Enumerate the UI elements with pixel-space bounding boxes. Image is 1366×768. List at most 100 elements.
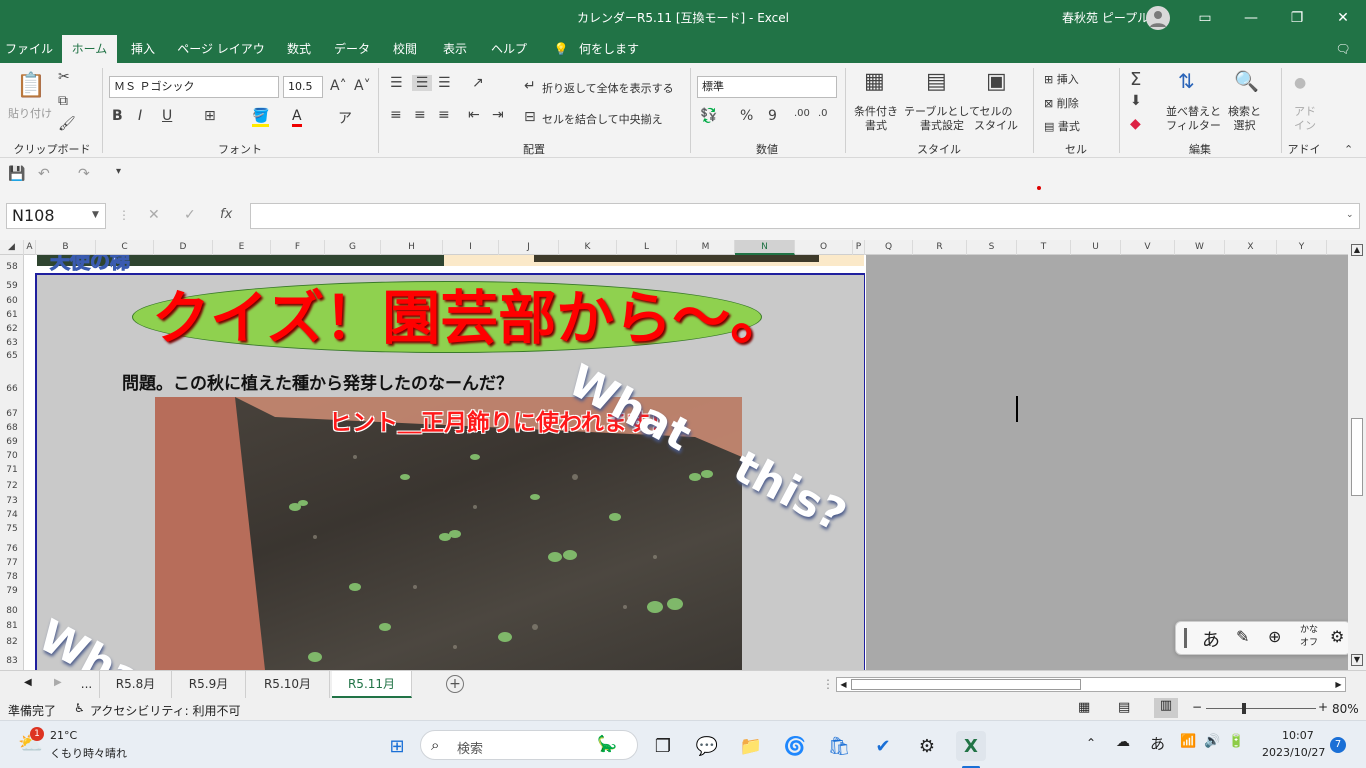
row-header[interactable]: 71 xyxy=(0,465,24,475)
cut-icon[interactable]: ✂ xyxy=(58,69,70,85)
row-header[interactable]: 76 xyxy=(0,544,24,554)
decrease-decimal-icon[interactable]: .0 xyxy=(818,108,828,119)
ime-dictionary-icon[interactable]: ⊕ xyxy=(1268,627,1281,646)
undo-icon[interactable]: ↶ xyxy=(38,166,50,182)
volume-icon[interactable]: 🔊 xyxy=(1204,734,1220,749)
enter-formula-button[interactable]: ✓ xyxy=(184,207,196,223)
clock-time[interactable]: 10:07 xyxy=(1282,729,1314,742)
tab-splitter-icon[interactable]: ⋮ xyxy=(822,677,834,691)
prev-sheet-icon[interactable]: ◀ xyxy=(24,677,32,688)
row-header[interactable]: 68 xyxy=(0,423,24,433)
chat-icon[interactable]: 💬 xyxy=(692,731,722,761)
column-header[interactable]: E xyxy=(213,240,271,255)
row-header[interactable]: 75 xyxy=(0,524,24,534)
row-header[interactable]: 69 xyxy=(0,437,24,447)
row-header[interactable]: 65 xyxy=(0,351,24,361)
kana-toggle-button[interactable]: かな オフ xyxy=(1300,624,1318,650)
align-center-icon[interactable]: ≡ xyxy=(414,107,426,123)
onedrive-icon[interactable]: ☁ xyxy=(1116,734,1130,750)
increase-decimal-icon[interactable]: .00 xyxy=(794,108,810,119)
find-select-button[interactable]: 検索と 選択 xyxy=(1228,105,1261,133)
fill-icon[interactable]: ⬇ xyxy=(1130,93,1142,109)
zoom-level[interactable]: 80% xyxy=(1332,702,1359,716)
page-break-view-icon[interactable]: ▥ xyxy=(1154,698,1178,718)
comma-button[interactable]: 9 xyxy=(768,108,777,124)
table-format-button[interactable]: テーブルとして 書式設定 xyxy=(904,105,980,133)
avatar[interactable] xyxy=(1146,6,1170,30)
font-size-dropdown[interactable]: 10.5 xyxy=(283,76,323,98)
more-sheets-button[interactable]: ... xyxy=(74,671,100,698)
format-painter-icon[interactable]: 🖌 xyxy=(58,116,76,132)
sheet-tab-active[interactable]: R5.11月 xyxy=(332,671,412,698)
horizontal-scrollbar[interactable]: ◀ ▶ xyxy=(836,677,1346,692)
wrap-text-button[interactable]: 折り返して全体を表示する xyxy=(542,80,674,96)
number-format-dropdown[interactable]: 標準 xyxy=(697,76,837,98)
align-left-icon[interactable]: ≡ xyxy=(390,107,402,123)
tab-view[interactable]: 表示 xyxy=(434,35,476,63)
decrease-font-icon[interactable]: A˅ xyxy=(354,78,371,94)
sort-filter-icon[interactable]: ⇅ xyxy=(1178,69,1195,93)
scroll-thumb[interactable] xyxy=(1351,418,1363,496)
addins-button[interactable]: アド イン xyxy=(1294,105,1316,133)
conditional-format-icon[interactable]: ▦ xyxy=(864,69,885,94)
increase-font-icon[interactable]: A˄ xyxy=(330,78,347,94)
column-header[interactable]: J xyxy=(499,240,559,255)
tab-review[interactable]: 校閲 xyxy=(384,35,426,63)
weather-temp[interactable]: 21°C xyxy=(50,729,77,742)
customize-qat-icon[interactable]: ▾ xyxy=(116,166,121,177)
tab-data[interactable]: データ xyxy=(328,35,376,63)
hscroll-thumb[interactable] xyxy=(851,679,1081,690)
tab-file[interactable]: ファイル xyxy=(4,35,54,63)
autosum-icon[interactable]: Σ xyxy=(1130,69,1141,90)
row-header[interactable]: 62 xyxy=(0,324,24,334)
cell-styles-icon[interactable]: ▣ xyxy=(986,69,1007,94)
name-box[interactable]: N108 xyxy=(6,203,106,229)
normal-view-icon[interactable]: ▦ xyxy=(1078,700,1090,715)
insert-function-button[interactable]: fx xyxy=(220,207,232,222)
align-top-icon[interactable]: ☰ xyxy=(390,75,403,91)
row-header[interactable]: 83 xyxy=(0,656,24,666)
column-header[interactable]: Y xyxy=(1277,240,1327,255)
column-header[interactable]: P xyxy=(853,240,865,255)
row-header[interactable]: 70 xyxy=(0,451,24,461)
conditional-format-button[interactable]: 条件付き 書式 xyxy=(854,105,898,133)
row-header[interactable]: 82 xyxy=(0,637,24,647)
cancel-formula-button[interactable]: ✕ xyxy=(148,207,160,223)
store-icon[interactable]: 🛍 xyxy=(824,731,854,761)
zoom-slider[interactable] xyxy=(1206,708,1316,709)
zoom-slider-thumb[interactable] xyxy=(1242,703,1246,714)
zoom-in-button[interactable]: + xyxy=(1318,700,1328,714)
font-color-icon[interactable]: A xyxy=(292,108,302,127)
redo-icon[interactable]: ↷ xyxy=(78,166,90,182)
addins-icon[interactable]: ● xyxy=(1294,75,1306,91)
row-header[interactable]: 80 xyxy=(0,606,24,616)
tab-page-layout[interactable]: ページ レイアウト xyxy=(172,35,270,84)
wifi-icon[interactable]: 📶 xyxy=(1180,734,1196,749)
column-header[interactable]: K xyxy=(559,240,617,255)
add-sheet-icon[interactable]: + xyxy=(446,675,464,693)
accessibility-status[interactable]: アクセシビリティ: 利用不可 xyxy=(90,702,241,719)
ime-grip-icon[interactable] xyxy=(1184,628,1187,648)
font-name-dropdown[interactable]: ＭＳ Ｐゴシック xyxy=(109,76,279,98)
merge-center-button[interactable]: セルを結合して中央揃え xyxy=(542,111,663,127)
row-header[interactable]: 73 xyxy=(0,496,24,506)
clear-icon[interactable]: ◆ xyxy=(1130,116,1141,132)
taskbar-search[interactable]: ⌕ 検索 🦕 xyxy=(420,730,638,760)
ime-mode-button[interactable]: あ xyxy=(1202,626,1220,652)
user-name[interactable]: 春秋苑 ピープル xyxy=(1062,9,1149,26)
ime-settings-gear-icon[interactable]: ⚙ xyxy=(1330,627,1344,646)
row-header[interactable]: 60 xyxy=(0,296,24,306)
file-explorer-icon[interactable]: 📁 xyxy=(736,731,766,761)
row-header[interactable]: 77 xyxy=(0,558,24,568)
scroll-left-icon[interactable]: ◀ xyxy=(837,678,850,691)
row-header[interactable]: 59 xyxy=(0,281,24,291)
tray-chevron-icon[interactable]: ⌃ xyxy=(1086,736,1096,750)
paste-button[interactable]: 貼り付け xyxy=(8,105,52,121)
column-header[interactable]: B xyxy=(36,240,96,255)
align-middle-icon[interactable]: ☰ xyxy=(412,75,432,91)
column-header[interactable]: A xyxy=(24,240,36,255)
select-all-corner[interactable]: ◢ xyxy=(0,240,24,255)
row-header[interactable]: 61 xyxy=(0,310,24,320)
column-header[interactable]: V xyxy=(1121,240,1175,255)
column-header[interactable]: C xyxy=(96,240,154,255)
